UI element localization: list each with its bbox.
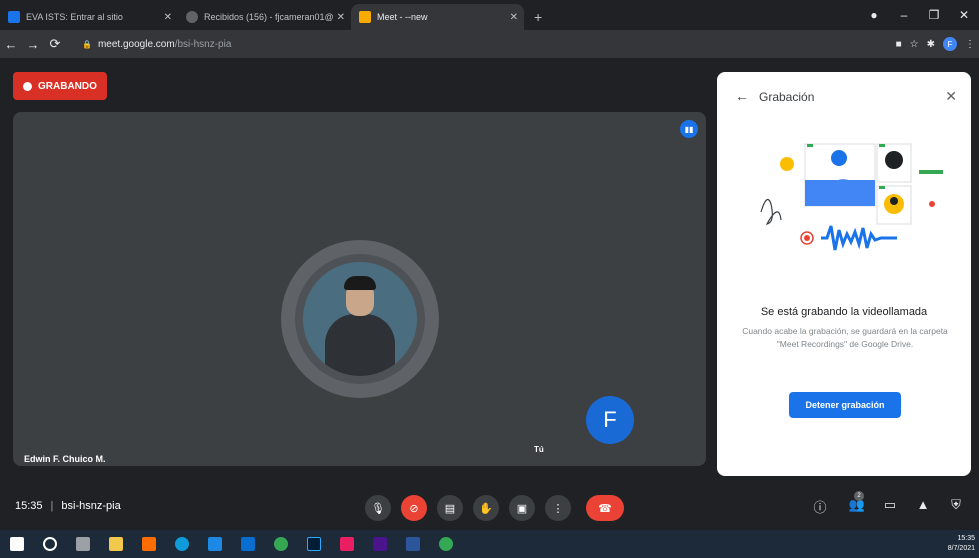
close-icon[interactable]: ✕ (945, 88, 957, 105)
address-bar: ← → ⟳ 🔒 meet.google.com /bsi-hsnz-pia ■ … (0, 30, 979, 58)
window-close-icon[interactable]: ✕ (949, 8, 979, 22)
recording-badge[interactable]: GRABANDO (13, 72, 107, 100)
chat-button[interactable]: ▭ (880, 497, 900, 513)
task-view-icon[interactable] (76, 537, 90, 551)
chrome-icon[interactable] (274, 537, 288, 551)
recording-illustration (760, 143, 943, 251)
new-tab-button[interactable]: + (534, 4, 542, 30)
participants-button[interactable]: 2 👥 (847, 491, 867, 513)
tab-favicon-icon (8, 11, 20, 23)
activities-icon: ▲ (916, 497, 930, 512)
info-icon: ⓘ (813, 500, 827, 515)
participants-count: 2 (854, 491, 864, 501)
close-icon[interactable]: ✕ (337, 12, 345, 23)
self-name: Tú (534, 445, 544, 454)
self-avatar: F (586, 396, 634, 444)
camera-indicator-icon[interactable]: ■ (896, 39, 902, 50)
meeting-code: bsi-hsnz-pia (61, 500, 121, 512)
hang-up-button[interactable]: ☎ (586, 495, 624, 521)
present-button[interactable]: ▣ (509, 495, 535, 521)
panel-description: Cuando acabe la grabación, se guardará e… (742, 326, 948, 349)
app-icon[interactable] (340, 537, 354, 551)
meeting-info: 15:35 | bsi-hsnz-pia (15, 500, 121, 512)
captions-icon: ▤ (444, 502, 456, 515)
self-view-tile[interactable]: F Tú (525, 370, 694, 464)
divider: | (50, 500, 54, 512)
word-icon[interactable] (406, 537, 420, 551)
store-icon[interactable] (208, 537, 222, 551)
clock-time: 15:35 (957, 535, 975, 542)
meeting-control-bar: 15:35 | bsi-hsnz-pia 🎙 ⊘ ▤ ✋ ▣ ⋮ ☎ ⓘ 2 👥… (0, 485, 979, 530)
panel-heading: Se está grabando la videollamada (760, 306, 928, 318)
url-host: meet.google.com (97, 38, 175, 50)
raise-hand-button[interactable]: ✋ (473, 495, 499, 521)
browser-tab[interactable]: Recibidos (156) - fjcameran01@ ✕ (178, 4, 351, 30)
back-arrow-icon[interactable]: ← (735, 88, 749, 104)
browser-tab-bar: EVA ISTS: Entrar al sitio ✕ Recibidos (1… (0, 0, 979, 30)
extensions-puzzle-icon[interactable]: ✱ (927, 39, 935, 50)
mic-icon: 🎙 (371, 502, 385, 515)
info-button[interactable]: ⓘ (810, 497, 830, 516)
hang-up-icon: ☎ (598, 502, 612, 515)
lock-icon: 🔒 (82, 39, 92, 49)
windows-start-icon[interactable] (10, 537, 24, 551)
premiere-icon[interactable] (373, 537, 387, 551)
bookmark-star-icon[interactable]: ☆ (910, 39, 919, 50)
windows-taskbar: 15:35 8/7/2021 (0, 530, 979, 558)
search-icon[interactable] (43, 537, 57, 551)
more-icon: ⋮ (552, 502, 564, 515)
participant-avatar (303, 262, 417, 376)
close-icon[interactable]: ✕ (510, 12, 518, 23)
host-controls-button[interactable]: ⛨ (946, 497, 966, 513)
reload-icon[interactable]: ⟳ (44, 36, 66, 52)
speaking-indicator-icon: ▮▮ (680, 120, 698, 138)
extensions-area: ■ ☆ ✱ F ⋮ (896, 30, 975, 58)
window-controls: ● – ❐ ✕ (859, 0, 979, 30)
captions-button[interactable]: ▤ (437, 495, 463, 521)
tab-favicon-icon (186, 11, 198, 23)
profile-avatar[interactable]: F (943, 37, 957, 51)
host-controls-icon: ⛨ (951, 497, 961, 512)
url-field[interactable]: 🔒 meet.google.com /bsi-hsnz-pia (82, 39, 231, 50)
panel-title: Grabación (759, 90, 815, 104)
mail-icon[interactable] (241, 537, 255, 551)
meeting-time: 15:35 (15, 500, 43, 512)
more-options-button[interactable]: ⋮ (545, 495, 571, 521)
tab-title: Recibidos (156) - fjcameran01@ (204, 12, 334, 22)
back-arrow-icon[interactable]: ← (0, 37, 22, 52)
forward-arrow-icon[interactable]: → (22, 37, 44, 52)
photoshop-icon[interactable] (307, 537, 321, 551)
mic-button[interactable]: 🎙 (365, 495, 391, 521)
camera-toggle-button[interactable]: ⊘ (401, 495, 427, 521)
edge-icon[interactable] (175, 537, 189, 551)
taskbar-clock[interactable]: 15:35 8/7/2021 (948, 534, 975, 554)
browser-tab[interactable]: EVA ISTS: Entrar al sitio ✕ (0, 4, 178, 30)
file-explorer-icon[interactable] (109, 537, 123, 551)
chrome-active-icon[interactable] (439, 537, 453, 551)
browser-menu-icon[interactable]: ⋮ (965, 39, 975, 50)
close-icon[interactable]: ✕ (164, 12, 172, 23)
clock-date: 8/7/2021 (947, 545, 975, 552)
url-path: /bsi-hsnz-pia (174, 38, 232, 50)
meet-favicon-icon (359, 11, 371, 23)
stop-recording-button[interactable]: Detener grabación (789, 392, 901, 418)
tab-title: Meet - --new (377, 12, 428, 22)
participant-name: Edwin F. Chuico M. (24, 454, 106, 464)
account-icon[interactable]: ● (859, 8, 889, 22)
activities-button[interactable]: ▲ (913, 497, 933, 512)
illustrator-icon[interactable] (142, 537, 156, 551)
raise-hand-icon: ✋ (479, 502, 493, 515)
browser-tab-active[interactable]: Meet - --new ✕ (351, 4, 524, 30)
recording-panel: ← Grabación ✕ Se está grabando la videol… (717, 72, 971, 476)
tab-title: EVA ISTS: Entrar al sitio (26, 12, 123, 22)
maximize-icon[interactable]: ❐ (919, 8, 949, 22)
recording-label: GRABANDO (38, 80, 97, 92)
minimize-icon[interactable]: – (889, 8, 919, 22)
camera-off-icon: ⊘ (409, 502, 419, 515)
chat-icon: ▭ (883, 497, 897, 512)
record-dot-icon (23, 81, 32, 91)
present-icon: ▣ (516, 502, 528, 515)
